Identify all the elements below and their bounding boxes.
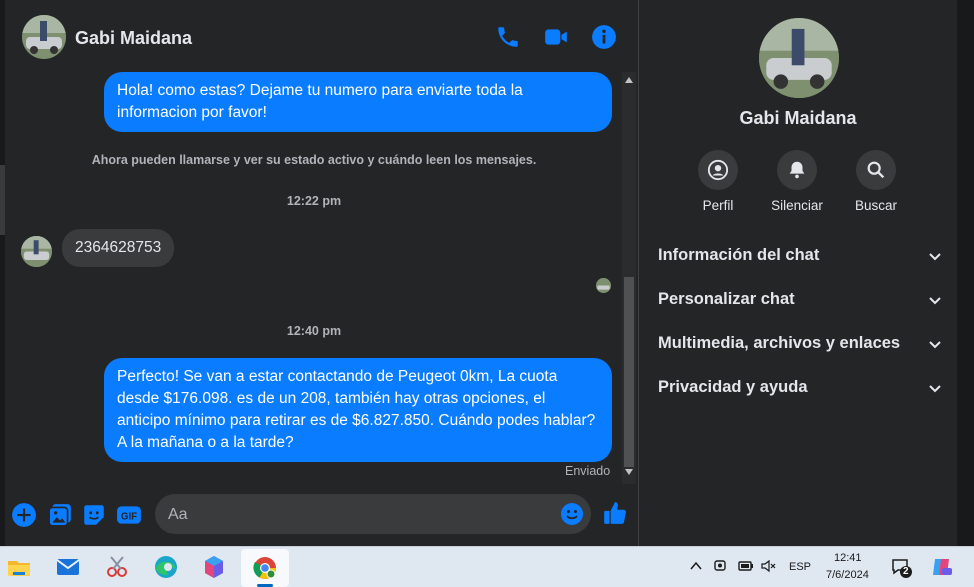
- edge-browser-icon[interactable]: [151, 552, 181, 582]
- profile-label: Perfil: [702, 198, 734, 213]
- clock-date[interactable]: 7/6/2024: [826, 569, 869, 581]
- snipping-tool-icon[interactable]: [102, 552, 132, 582]
- sender-avatar[interactable]: [21, 236, 52, 267]
- message-composer: GIF Aa: [5, 484, 638, 546]
- sticker-icon[interactable]: [81, 502, 107, 528]
- svg-text:GIF: GIF: [121, 511, 137, 522]
- volume-muted-icon[interactable]: [760, 559, 776, 573]
- copilot-app-icon[interactable]: [199, 552, 229, 582]
- outgoing-message[interactable]: Perfecto! Se van a estar contactando de …: [104, 358, 612, 462]
- scroll-down-arrow-icon[interactable]: [625, 469, 633, 475]
- more-actions-plus-icon[interactable]: [11, 502, 37, 528]
- message-list: Hola! como estas? Dejame tu numero para …: [5, 72, 623, 484]
- messenger-window: Gabi Maidana Hola! como estas? Dejame tu…: [0, 0, 974, 546]
- clock-time[interactable]: 12:41: [834, 552, 862, 564]
- info-icon[interactable]: [591, 24, 617, 50]
- emoji-icon[interactable]: [560, 502, 584, 526]
- incoming-message[interactable]: 2364628753: [62, 229, 175, 267]
- mail-icon[interactable]: [53, 552, 83, 582]
- chat-details-sidebar: Gabi Maidana Perfil Silenciar Buscar Inf…: [639, 0, 957, 546]
- seen-receipt-avatar: [596, 278, 611, 293]
- chevron-down-icon: [929, 297, 941, 305]
- mute-label: Silenciar: [771, 198, 823, 213]
- contact-name[interactable]: Gabi Maidana: [75, 28, 192, 49]
- section-customize-chat[interactable]: Personalizar chat: [658, 282, 943, 318]
- webcam-icon[interactable]: [713, 559, 727, 573]
- section-title: Personalizar chat: [658, 290, 795, 308]
- conversation-header: Gabi Maidana: [5, 0, 638, 72]
- input-language[interactable]: ESP: [789, 561, 811, 573]
- search-icon: [867, 161, 885, 179]
- right-edge-strip: [957, 0, 974, 546]
- phone-call-icon[interactable]: [495, 24, 521, 50]
- file-explorer-icon[interactable]: [4, 552, 34, 582]
- active-app-indicator[interactable]: [241, 549, 289, 587]
- timestamp: 12:22 pm: [286, 194, 342, 208]
- profile-name: Gabi Maidana: [739, 108, 857, 128]
- mute-action[interactable]: Silenciar: [757, 150, 837, 213]
- chevron-up-icon[interactable]: [690, 561, 702, 571]
- section-title: Información del chat: [658, 246, 820, 264]
- section-privacy-help[interactable]: Privacidad y ayuda: [658, 370, 943, 406]
- section-title: Privacidad y ayuda: [658, 378, 808, 396]
- video-call-icon[interactable]: [543, 24, 569, 50]
- profile-action[interactable]: Perfil: [678, 150, 758, 213]
- section-chat-info[interactable]: Información del chat: [658, 238, 943, 274]
- message-input[interactable]: Aa: [155, 494, 591, 534]
- section-title: Multimedia, archivos y enlaces: [658, 334, 901, 352]
- message-scrollbar[interactable]: [622, 72, 636, 484]
- gif-icon[interactable]: GIF: [116, 502, 142, 528]
- outgoing-message[interactable]: Hola! como estas? Dejame tu numero para …: [104, 72, 612, 132]
- notification-count: 2: [903, 566, 909, 577]
- timestamp: 12:40 pm: [286, 324, 342, 338]
- search-label: Buscar: [854, 198, 898, 213]
- battery-icon[interactable]: [736, 559, 754, 573]
- delivery-status: Enviado: [565, 464, 611, 478]
- bell-icon: [789, 161, 805, 179]
- profile-avatar[interactable]: [759, 18, 839, 98]
- windows-taskbar: ESP 12:41 7/6/2024 2: [0, 546, 974, 587]
- scrollbar-thumb[interactable]: [624, 277, 634, 467]
- chevron-down-icon: [929, 385, 941, 393]
- attach-photo-icon[interactable]: [47, 502, 73, 528]
- chevron-down-icon: [929, 341, 941, 349]
- notifications-icon[interactable]: [891, 557, 913, 579]
- search-button[interactable]: [856, 150, 896, 190]
- contact-avatar[interactable]: [22, 15, 66, 59]
- profile-icon: [707, 159, 729, 181]
- copilot-icon[interactable]: [929, 555, 953, 579]
- chrome-browser-icon[interactable]: [250, 553, 280, 583]
- chevron-down-icon: [929, 253, 941, 261]
- scroll-up-arrow-icon[interactable]: [625, 77, 633, 83]
- section-media-files-links[interactable]: Multimedia, archivos y enlaces: [658, 326, 943, 362]
- message-input-placeholder: Aa: [168, 506, 188, 523]
- thumbs-up-icon[interactable]: [602, 500, 628, 526]
- system-notice: Ahora pueden llamarse y ver su estado ac…: [91, 153, 537, 167]
- conversation-pane: Gabi Maidana Hola! como estas? Dejame tu…: [5, 0, 638, 546]
- mute-button[interactable]: [777, 150, 817, 190]
- search-action[interactable]: Buscar: [836, 150, 916, 213]
- profile-button[interactable]: [698, 150, 738, 190]
